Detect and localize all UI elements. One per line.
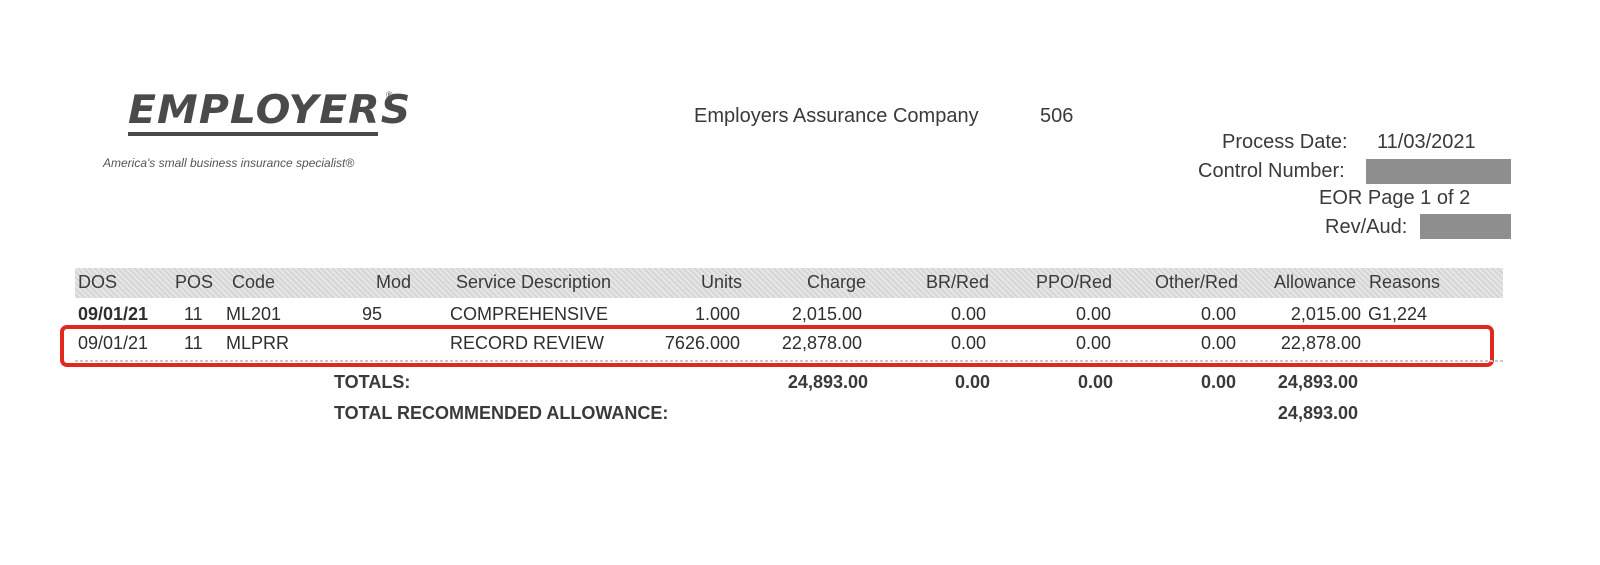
- cell-units: 1.000: [694, 304, 740, 324]
- cell-allowance: 2,015.00: [1290, 304, 1361, 324]
- eor-page-indicator: EOR Page 1 of 2: [1319, 187, 1471, 209]
- cell-service-description: COMPREHENSIVE: [450, 304, 609, 324]
- col-header-br-red: BR/Red: [925, 272, 989, 292]
- cell-pos: 11: [184, 304, 203, 324]
- logo-underline: [128, 132, 378, 136]
- col-header-code: Code: [232, 272, 276, 292]
- logo-registered-mark: ®: [386, 90, 393, 100]
- col-header-dos: DOS: [78, 272, 118, 292]
- cell-br-red: 0.00: [950, 304, 986, 324]
- process-date-label: Process Date:: [1222, 131, 1348, 153]
- rev-aud-redaction: [1420, 214, 1511, 239]
- col-header-pos: POS: [175, 272, 214, 292]
- cell-reasons: G1,224: [1368, 304, 1428, 324]
- employers-logo: EMPLOYERS ®: [128, 88, 410, 140]
- col-header-ppo-red: PPO/Red: [1035, 272, 1112, 292]
- totals-allowance: 24,893.00: [1277, 372, 1358, 392]
- totals-label: TOTALS:: [334, 372, 411, 392]
- total-recommended-allowance-value: 24,893.00: [1277, 403, 1358, 423]
- control-number-label: Control Number:: [1198, 160, 1345, 182]
- company-code: 506: [1040, 105, 1074, 127]
- cell-other-red: 0.00: [1200, 304, 1236, 324]
- rev-aud-label: Rev/Aud:: [1325, 216, 1408, 238]
- cell-code: ML201: [226, 304, 282, 324]
- totals-br-red: 0.00: [954, 372, 990, 392]
- cell-mod: 95: [361, 304, 383, 324]
- col-header-mod: Mod: [375, 272, 411, 292]
- logo-wordmark: EMPLOYERS: [128, 88, 412, 133]
- logo-tagline: America's small business insurance speci…: [103, 156, 355, 170]
- col-header-reasons: Reasons: [1369, 272, 1441, 292]
- control-number-redaction: [1366, 159, 1511, 184]
- cell-dos: 09/01/21: [78, 304, 149, 324]
- cell-charge: 2,015.00: [791, 304, 862, 324]
- total-recommended-allowance-label: TOTAL RECOMMENDED ALLOWANCE:: [334, 403, 669, 423]
- totals-other-red: 0.00: [1200, 372, 1236, 392]
- table-divider: [75, 360, 1503, 362]
- col-header-allowance: Allowance: [1273, 272, 1356, 292]
- cell-ppo-red: 0.00: [1075, 304, 1111, 324]
- col-header-units: Units: [700, 272, 742, 292]
- col-header-charge: Charge: [806, 272, 866, 292]
- process-date-value: 11/03/2021: [1377, 131, 1476, 153]
- company-name: Employers Assurance Company: [694, 105, 979, 127]
- col-header-service-description: Service Description: [456, 272, 612, 292]
- totals-ppo-red: 0.00: [1077, 372, 1113, 392]
- col-header-other-red: Other/Red: [1154, 272, 1238, 292]
- totals-charge: 24,893.00: [787, 372, 868, 392]
